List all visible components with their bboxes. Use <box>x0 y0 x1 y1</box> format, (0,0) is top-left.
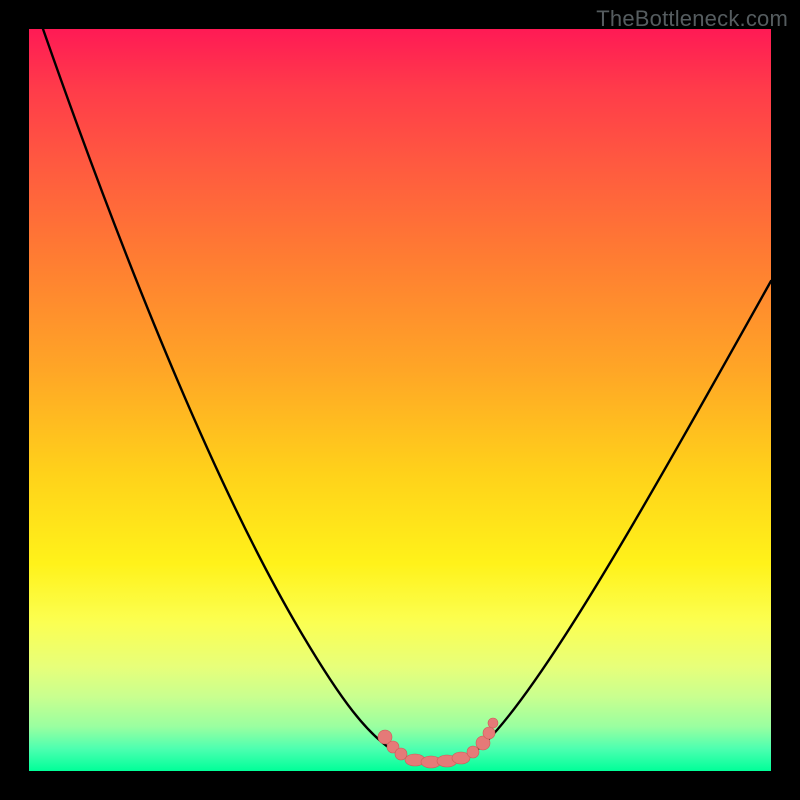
valley-dot <box>467 746 479 758</box>
outer-frame: TheBottleneck.com <box>0 0 800 800</box>
valley-dot <box>483 727 495 739</box>
curve-layer <box>29 29 771 771</box>
valley-marker-group <box>378 718 498 768</box>
watermark-text: TheBottleneck.com <box>596 6 788 32</box>
bottleneck-curve <box>43 29 771 764</box>
valley-dot <box>488 718 498 728</box>
